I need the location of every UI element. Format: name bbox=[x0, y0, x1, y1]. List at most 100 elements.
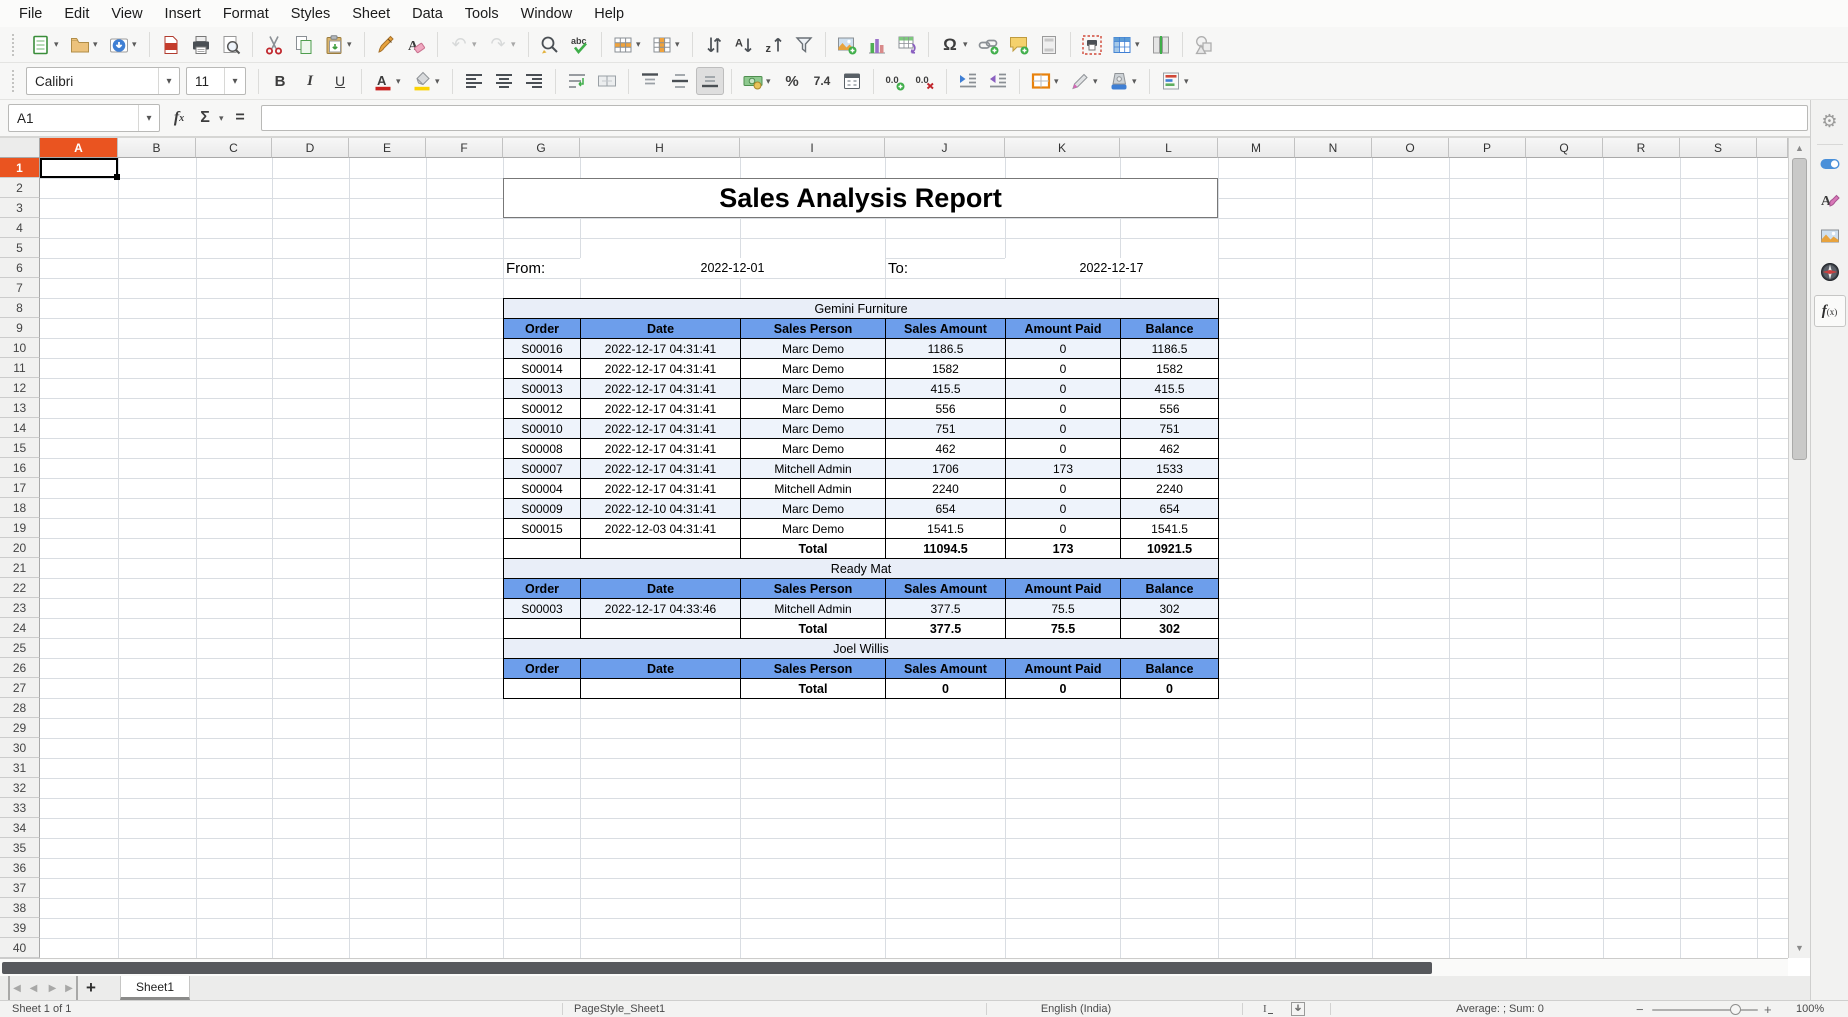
row-header-37[interactable]: 37 bbox=[0, 878, 40, 898]
row-header-30[interactable]: 30 bbox=[0, 738, 40, 758]
scroll-up-icon[interactable]: ▲ bbox=[1789, 139, 1810, 157]
cell[interactable]: 2022-12-17 04:31:41 bbox=[581, 339, 741, 359]
column-header-cell[interactable]: Amount Paid bbox=[1006, 579, 1121, 599]
row-header-36[interactable]: 36 bbox=[0, 858, 40, 878]
row-header-23[interactable]: 23 bbox=[0, 598, 40, 618]
row-header-11[interactable]: 11 bbox=[0, 358, 40, 378]
column-header-O[interactable]: O bbox=[1372, 138, 1449, 158]
undo-button[interactable]: ↶▾ bbox=[445, 31, 482, 59]
row-header-25[interactable]: 25 bbox=[0, 638, 40, 658]
row-header-38[interactable]: 38 bbox=[0, 898, 40, 918]
cell[interactable]: 0 bbox=[1006, 419, 1121, 439]
row-header-10[interactable]: 10 bbox=[0, 338, 40, 358]
border-style-button[interactable]: ▾ bbox=[1066, 67, 1103, 95]
center-vertically-button[interactable] bbox=[666, 67, 694, 95]
menu-sheet[interactable]: Sheet bbox=[341, 0, 401, 27]
column-header-cell[interactable]: Sales Amount bbox=[886, 579, 1006, 599]
column-header-cell[interactable]: Date bbox=[581, 579, 741, 599]
insert-comment-button[interactable] bbox=[1005, 31, 1033, 59]
row-header-15[interactable]: 15 bbox=[0, 438, 40, 458]
cell[interactable]: 1582 bbox=[1121, 359, 1219, 379]
select-all-corner[interactable] bbox=[0, 138, 40, 158]
total-value[interactable]: 0 bbox=[1006, 679, 1121, 699]
cell[interactable]: 0 bbox=[1006, 479, 1121, 499]
find-replace-button[interactable] bbox=[536, 31, 564, 59]
column-header-cell[interactable]: Order bbox=[504, 319, 581, 339]
cell[interactable]: S00016 bbox=[504, 339, 581, 359]
export-pdf-button[interactable] bbox=[157, 31, 185, 59]
column-header-cell[interactable]: Sales Person bbox=[741, 659, 886, 679]
insert-chart-button[interactable] bbox=[863, 31, 891, 59]
cell[interactable]: 2022-12-10 04:31:41 bbox=[581, 499, 741, 519]
column-header-J[interactable]: J bbox=[885, 138, 1005, 158]
row-header-5[interactable]: 5 bbox=[0, 238, 40, 258]
column-header-cell[interactable]: Amount Paid bbox=[1006, 659, 1121, 679]
redo-button[interactable]: ↷▾ bbox=[484, 31, 521, 59]
column-header-C[interactable]: C bbox=[196, 138, 272, 158]
column-header-A[interactable]: A bbox=[40, 138, 118, 158]
column-header-I[interactable]: I bbox=[740, 138, 885, 158]
gallery-button[interactable] bbox=[1815, 223, 1845, 253]
font-name-combo[interactable]: Calibri ▾ bbox=[26, 67, 180, 95]
borders-button[interactable]: ▾ bbox=[1027, 67, 1064, 95]
section-name[interactable]: Gemini Furniture bbox=[504, 299, 1219, 319]
chevron-down-icon[interactable]: ▾ bbox=[675, 39, 683, 50]
insert-image-button[interactable] bbox=[833, 31, 861, 59]
sort-descending-button[interactable]: z bbox=[760, 31, 788, 59]
average-sum-status[interactable]: Average: ; Sum: 0 bbox=[1400, 1001, 1600, 1017]
column-header-M[interactable]: M bbox=[1218, 138, 1295, 158]
column-header-F[interactable]: F bbox=[426, 138, 503, 158]
row-header-16[interactable]: 16 bbox=[0, 458, 40, 478]
vertical-scrollbar[interactable]: ▲ ▼ bbox=[1788, 138, 1810, 958]
cell[interactable]: 0 bbox=[1006, 359, 1121, 379]
open-button[interactable]: ▾ bbox=[66, 31, 103, 59]
row-header-9[interactable]: 9 bbox=[0, 318, 40, 338]
row-header-39[interactable]: 39 bbox=[0, 918, 40, 938]
formula-input-line[interactable] bbox=[261, 105, 1808, 131]
first-sheet-icon[interactable]: ◀ bbox=[8, 976, 24, 1000]
chevron-down-icon[interactable]: ▾ bbox=[1184, 76, 1192, 87]
name-box[interactable]: A1 ▾ bbox=[8, 104, 160, 132]
chevron-down-icon[interactable]: ▾ bbox=[396, 76, 404, 87]
zoom-slider-thumb[interactable] bbox=[1730, 1004, 1741, 1015]
insert-column-button[interactable]: ▾ bbox=[648, 31, 685, 59]
column-header-S[interactable]: S bbox=[1680, 138, 1757, 158]
row-header-2[interactable]: 2 bbox=[0, 178, 40, 198]
row-header-27[interactable]: 27 bbox=[0, 678, 40, 698]
column-header-cell[interactable]: Order bbox=[504, 579, 581, 599]
row-header-1[interactable]: 1 bbox=[0, 158, 40, 178]
cell[interactable]: 654 bbox=[1121, 499, 1219, 519]
row-header-32[interactable]: 32 bbox=[0, 778, 40, 798]
column-header-cell[interactable]: Balance bbox=[1121, 579, 1219, 599]
column-header-cell[interactable]: Sales Person bbox=[741, 319, 886, 339]
cell[interactable]: 2022-12-17 04:31:41 bbox=[581, 359, 741, 379]
row-header-24[interactable]: 24 bbox=[0, 618, 40, 638]
row-header-34[interactable]: 34 bbox=[0, 818, 40, 838]
last-sheet-icon[interactable]: ▶ bbox=[62, 976, 78, 1000]
split-window-button[interactable] bbox=[1147, 31, 1175, 59]
cell[interactable]: 415.5 bbox=[886, 379, 1006, 399]
merge-cells-button[interactable] bbox=[593, 67, 621, 95]
vertical-scrollbar-thumb[interactable] bbox=[1792, 158, 1807, 460]
column-header-E[interactable]: E bbox=[349, 138, 426, 158]
column-header-L[interactable]: L bbox=[1120, 138, 1218, 158]
next-sheet-icon[interactable]: ▶ bbox=[43, 976, 62, 1000]
cell[interactable]: Marc Demo bbox=[741, 499, 886, 519]
column-header-cell[interactable]: Sales Amount bbox=[886, 319, 1006, 339]
row-header-4[interactable]: 4 bbox=[0, 218, 40, 238]
fill-handle[interactable] bbox=[114, 174, 120, 180]
functions-button[interactable]: f(x) bbox=[1814, 295, 1846, 327]
sort-button[interactable] bbox=[700, 31, 728, 59]
cell[interactable]: 1533 bbox=[1121, 459, 1219, 479]
cell[interactable]: 2022-12-17 04:31:41 bbox=[581, 399, 741, 419]
cell[interactable]: S00003 bbox=[504, 599, 581, 619]
row-header-8[interactable]: 8 bbox=[0, 298, 40, 318]
format-date-button[interactable] bbox=[838, 67, 866, 95]
new-button[interactable]: ▾ bbox=[27, 31, 64, 59]
cell[interactable]: S00009 bbox=[504, 499, 581, 519]
row-header-21[interactable]: 21 bbox=[0, 558, 40, 578]
row-header-7[interactable]: 7 bbox=[0, 278, 40, 298]
print-area-button[interactable] bbox=[1078, 31, 1106, 59]
column-header-P[interactable]: P bbox=[1449, 138, 1526, 158]
cell[interactable]: 556 bbox=[886, 399, 1006, 419]
